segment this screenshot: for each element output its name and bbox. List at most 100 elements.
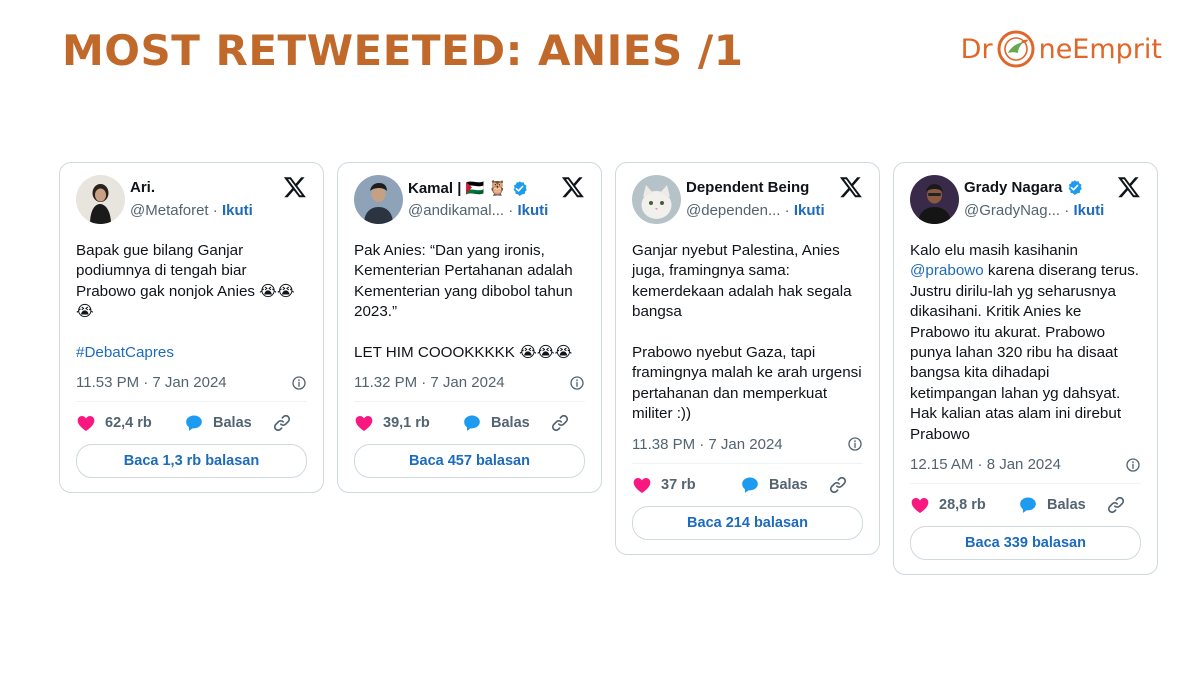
tweet-text: Bapak gue bilang Ganjar podiumnya di ten… — [76, 242, 295, 321]
x-logo-icon[interactable] — [839, 175, 863, 199]
reply-button[interactable]: Balas — [462, 413, 550, 433]
heart-icon — [76, 413, 96, 433]
divider — [354, 401, 585, 403]
heart-icon — [910, 495, 930, 515]
author-name[interactable]: Grady Nagara — [964, 179, 1062, 196]
tweet-card[interactable]: Dependent Being @dependen... · Ikuti Gan… — [615, 162, 880, 555]
reply-button[interactable]: Balas — [1018, 495, 1106, 515]
author-name-row: Ari. — [130, 179, 155, 196]
follow-link[interactable]: Ikuti — [794, 202, 825, 219]
tweet-card[interactable]: Kamal | 🇵🇸 🦉 @andikamal... · Ikuti Pak A… — [337, 162, 602, 494]
tweet-meta: 11.38 PM · 7 Jan 2024 — [632, 436, 863, 453]
author-name[interactable]: Ari. — [130, 179, 155, 196]
like-button[interactable]: 62,4 rb — [76, 413, 184, 433]
read-replies-button[interactable]: Baca 339 balasan — [910, 526, 1141, 561]
read-replies-button[interactable]: Baca 457 balasan — [354, 444, 585, 479]
author-handle[interactable]: @GradyNag... — [964, 202, 1060, 219]
heart-icon — [632, 475, 652, 495]
avatar[interactable] — [354, 175, 403, 224]
tweet-header: Kamal | 🇵🇸 🦉 @andikamal... · Ikuti — [354, 175, 585, 231]
x-logo-icon[interactable] — [1117, 175, 1141, 199]
tweet-text: Pak Anies: “Dan yang ironis, Kementerian… — [354, 242, 573, 362]
like-count: 37 rb — [661, 476, 696, 493]
avatar[interactable] — [910, 175, 959, 224]
tweet-actions: 37 rb Balas — [632, 472, 863, 498]
copy-link-button[interactable] — [1106, 495, 1126, 515]
author-handle-row: @andikamal... · Ikuti — [408, 202, 549, 219]
tweet-text-before: Kalo elu masih kasihanin — [910, 242, 1079, 259]
copy-link-button[interactable] — [828, 475, 848, 495]
drone-emprit-logo: Dr neEmprit — [961, 28, 1162, 70]
reply-label: Balas — [213, 415, 252, 432]
x-logo-icon[interactable] — [283, 175, 307, 199]
drone-icon — [997, 30, 1035, 68]
tweet-meta: 11.53 PM · 7 Jan 2024 — [76, 374, 307, 391]
read-replies-button[interactable]: Baca 214 balasan — [632, 505, 863, 540]
verified-badge-icon — [1066, 179, 1083, 196]
tweet-actions: 28,8 rb Balas — [910, 492, 1141, 518]
heart-icon — [354, 413, 374, 433]
reply-button[interactable]: Balas — [184, 413, 272, 433]
author-handle-row: @dependen... · Ikuti — [686, 202, 825, 219]
avatar[interactable] — [632, 175, 681, 224]
info-icon[interactable] — [291, 375, 307, 391]
author-name[interactable]: Kamal | 🇵🇸 🦉 — [408, 179, 507, 197]
tweet-card[interactable]: Grady Nagara @GradyNag... · Ikuti Kalo e… — [893, 162, 1158, 576]
author-handle-row: @GradyNag... · Ikuti — [964, 202, 1105, 219]
info-icon[interactable] — [847, 436, 863, 452]
author-handle[interactable]: @Metaforet — [130, 202, 209, 219]
like-count: 39,1 rb — [383, 415, 430, 432]
tweet-timestamp[interactable]: 11.32 PM · 7 Jan 2024 — [354, 374, 505, 391]
reply-label: Balas — [491, 415, 530, 432]
tweet-card[interactable]: Ari. @Metaforet · Ikuti Bapak gue bilang… — [59, 162, 324, 494]
link-icon — [550, 413, 570, 433]
info-icon[interactable] — [569, 375, 585, 391]
tweet-text-after: karena diserang terus. Justru dirilu-lah… — [910, 262, 1140, 443]
hashtag-link[interactable]: #DebatCapres — [76, 343, 307, 363]
tweet-timestamp[interactable]: 11.53 PM · 7 Jan 2024 — [76, 374, 227, 391]
reply-icon — [740, 475, 760, 495]
copy-link-button[interactable] — [272, 413, 292, 433]
tweet-text: Ganjar nyebut Palestina, Anies juga, fra… — [632, 242, 862, 423]
author-name-row: Kamal | 🇵🇸 🦉 — [408, 179, 528, 197]
divider — [632, 462, 863, 464]
author-name-row: Dependent Being — [686, 179, 809, 196]
author-handle[interactable]: @dependen... — [686, 202, 780, 219]
tweet-meta: 11.32 PM · 7 Jan 2024 — [354, 374, 585, 391]
reply-label: Balas — [769, 476, 808, 493]
divider — [910, 483, 1141, 485]
reply-icon — [1018, 495, 1038, 515]
reply-button[interactable]: Balas — [740, 475, 828, 495]
tweet-header: Ari. @Metaforet · Ikuti — [76, 175, 307, 231]
follow-link[interactable]: Ikuti — [517, 202, 548, 219]
avatar[interactable] — [76, 175, 125, 224]
author-name-row: Grady Nagara — [964, 179, 1083, 196]
tweet-header: Dependent Being @dependen... · Ikuti — [632, 175, 863, 231]
tweet-timestamp[interactable]: 12.15 AM · 8 Jan 2024 — [910, 456, 1061, 473]
like-button[interactable]: 28,8 rb — [910, 495, 1018, 515]
reply-icon — [462, 413, 482, 433]
logo-text-left: Dr — [960, 33, 993, 65]
link-icon — [272, 413, 292, 433]
x-logo-icon[interactable] — [561, 175, 585, 199]
tweet-timestamp[interactable]: 11.38 PM · 7 Jan 2024 — [632, 436, 783, 453]
divider — [76, 401, 307, 403]
author-handle[interactable]: @andikamal... — [408, 202, 504, 219]
tweet-text: Kalo elu masih kasihanin @prabowo karena… — [910, 241, 1141, 445]
info-icon[interactable] — [1125, 457, 1141, 473]
slide-title: MOST RETWEETED: ANIES /1 — [62, 26, 744, 75]
author-name[interactable]: Dependent Being — [686, 179, 809, 196]
follow-link[interactable]: Ikuti — [222, 202, 253, 219]
tweet-header: Grady Nagara @GradyNag... · Ikuti — [910, 175, 1141, 231]
copy-link-button[interactable] — [550, 413, 570, 433]
like-button[interactable]: 37 rb — [632, 475, 740, 495]
link-icon — [1106, 495, 1126, 515]
reply-icon — [184, 413, 204, 433]
read-replies-button[interactable]: Baca 1,3 rb balasan — [76, 444, 307, 479]
mention-link[interactable]: @prabowo — [910, 262, 984, 279]
tweet-meta: 12.15 AM · 8 Jan 2024 — [910, 456, 1141, 473]
verified-badge-icon — [511, 180, 528, 197]
follow-link[interactable]: Ikuti — [1073, 202, 1104, 219]
author-handle-row: @Metaforet · Ikuti — [130, 202, 253, 219]
like-button[interactable]: 39,1 rb — [354, 413, 462, 433]
